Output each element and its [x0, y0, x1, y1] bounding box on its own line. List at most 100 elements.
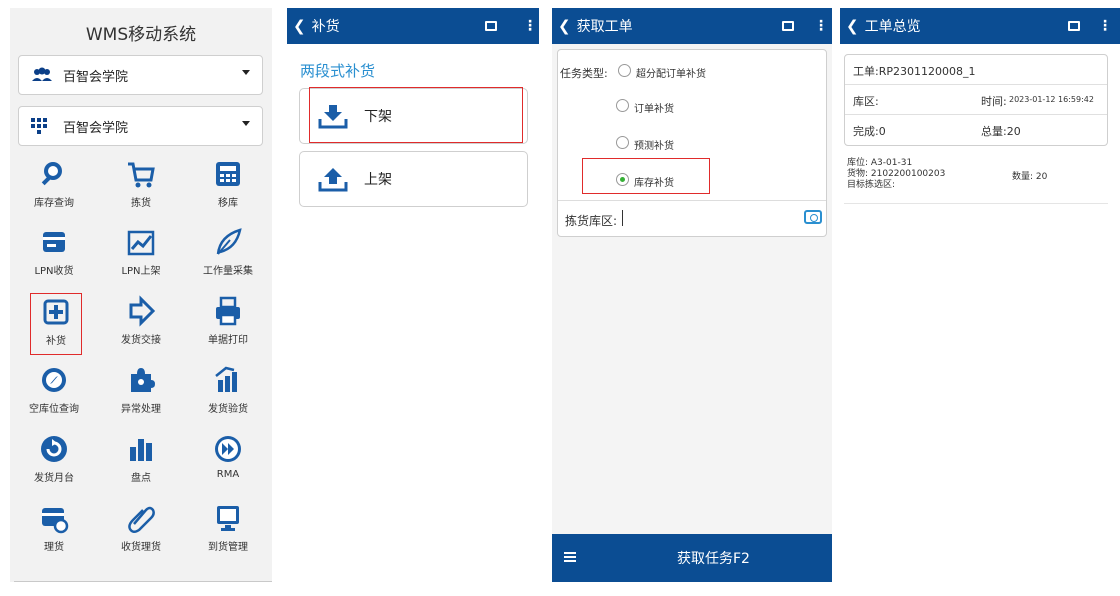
more-menu-icon[interactable]: ⋮ [814, 18, 828, 34]
menu-label: 发货月台 [34, 473, 74, 484]
message-icon[interactable] [485, 21, 497, 31]
cart-icon [125, 158, 157, 190]
menu-label: 单据打印 [208, 335, 248, 346]
menu-item-lpn-putaway[interactable]: LPN上架 [111, 224, 171, 284]
arrow-right-icon [125, 295, 157, 327]
growth-bars-icon [212, 364, 244, 396]
divider [844, 203, 1108, 204]
menu-label: RMA [216, 469, 240, 480]
menu-label: 盘点 [131, 473, 151, 484]
menu-label: 到货管理 [208, 542, 248, 553]
order-overview-screen: ❮ 工单总览 ⋮ 工单:RP2301120008_1 库区: 时间: 2023-… [840, 8, 1120, 582]
get-task-header: ❮ 获取工单 ⋮ [552, 8, 832, 44]
menu-item-print[interactable]: 单据打印 [198, 293, 258, 353]
more-menu-icon[interactable]: ⋮ [1098, 18, 1112, 34]
menu-label: 发货交接 [121, 335, 161, 346]
menu-item-rma[interactable]: RMA [198, 431, 258, 491]
menu-item-lpn-receive[interactable]: LPN收货 [24, 224, 84, 284]
page-title: 获取工单 [576, 19, 633, 35]
divider [14, 581, 272, 582]
overview-header: ❮ 工单总览 ⋮ [840, 8, 1120, 44]
radio-forecast-replenish[interactable] [616, 136, 629, 149]
time-label: 时间: [981, 95, 1007, 108]
radio-order-replenish[interactable] [616, 99, 629, 112]
highlight-box [309, 87, 523, 143]
order-summary-box: 工单:RP2301120008_1 库区: 时间: 2023-01-12 16:… [844, 54, 1108, 146]
org-dropdown-2-label: 百智会学院 [63, 120, 129, 136]
pick-area-label: 拣货库区: [565, 214, 618, 228]
menu-item-inventory-query[interactable]: 库存查询 [24, 156, 84, 216]
get-task-button[interactable]: 获取任务F2 [677, 548, 750, 568]
radio-forecast-replenish-label: 预测补货 [634, 141, 674, 152]
menu-item-workload[interactable]: 工作量采集 [198, 224, 258, 284]
menu-item-receive-tally[interactable]: 收货理货 [111, 500, 171, 560]
order-number: 工单:RP2301120008_1 [853, 65, 976, 78]
menu-item-shipping-inspection[interactable]: 发货验货 [198, 362, 258, 422]
menu-item-arrival[interactable]: 到货管理 [198, 500, 258, 560]
calculator-icon [212, 158, 244, 190]
wms-home-screen: WMS移动系统 百智会学院 百智会学院 库存查询 拣货 移库 LPN收货 LPN… [10, 8, 272, 582]
menu-item-stocktake[interactable]: 盘点 [111, 431, 171, 491]
feather-icon [212, 226, 244, 258]
chevron-down-icon [242, 70, 250, 75]
menu-label: 发货验货 [208, 404, 248, 415]
printer-icon [212, 295, 244, 327]
menu-item-empty-location[interactable]: 空库位查询 [24, 362, 84, 422]
message-icon[interactable] [1068, 21, 1080, 31]
location-text: 库位: A3-01-31 [847, 158, 913, 168]
back-arrow-icon[interactable]: ❮ [558, 17, 571, 35]
chevron-down-icon [242, 121, 250, 126]
app-title: WMS移动系统 [85, 25, 197, 45]
search-icon [38, 158, 70, 190]
back-arrow-icon[interactable]: ❮ [293, 17, 306, 35]
menu-item-shipping-handover[interactable]: 发货交接 [111, 293, 171, 353]
bars-icon [125, 433, 157, 465]
menu-label: 收货理货 [121, 542, 161, 553]
menu-item-exception[interactable]: 异常处理 [111, 362, 171, 422]
fast-forward-icon [212, 433, 244, 465]
time-value: 2023-01-12 16:59:42 [1009, 95, 1094, 104]
area-time-row: 库区: 时间: 2023-01-12 16:59:42 [845, 85, 1107, 115]
compass-icon [38, 364, 70, 396]
menu-item-replenish[interactable]: 补货 [30, 293, 82, 355]
card-icon [38, 226, 70, 258]
bottom-bar: 获取任务F2 [552, 534, 832, 582]
radio-over-allocated-label: 超分配订单补货 [636, 69, 706, 80]
menu-item-tally[interactable]: 理货 [24, 500, 84, 560]
radio-over-allocated[interactable] [618, 64, 631, 77]
radio-order-replenish-label: 订单补货 [634, 104, 674, 115]
pick-area-input[interactable] [622, 210, 623, 226]
org-dropdown-1[interactable]: 百智会学院 [18, 55, 263, 95]
goods-text: 货物: 2102200100203 [847, 169, 946, 179]
plus-box-icon [40, 296, 72, 328]
menu-item-move[interactable]: 移库 [198, 156, 258, 216]
menu-label: 库存查询 [34, 198, 74, 209]
progress-row: 完成:0 总量:20 [845, 115, 1107, 145]
menu-label: 补货 [46, 336, 66, 347]
tally-icon [38, 502, 70, 534]
menu-label: 工作量采集 [203, 266, 253, 277]
camera-icon[interactable] [804, 210, 822, 224]
chart-up-icon [125, 226, 157, 258]
back-arrow-icon[interactable]: ❮ [846, 17, 859, 35]
section-title: 两段式补货 [300, 62, 376, 80]
task-detail[interactable]: 库位: A3-01-31 货物: 2102200100203 目标拣选区: [847, 158, 945, 191]
order-row: 工单:RP2301120008_1 [845, 55, 1107, 85]
area-label: 库区: [853, 95, 879, 108]
total-count: 总量:20 [981, 125, 1021, 138]
org-dropdown-1-label: 百智会学院 [63, 69, 129, 85]
task-form-panel: 任务类型: 超分配订单补货 订单补货 预测补货 库存补货 拣货库区: [557, 49, 827, 237]
more-menu-icon[interactable]: ⋮ [523, 18, 537, 34]
paperclip-icon [125, 502, 157, 534]
puzzle-icon [125, 364, 157, 396]
menu-item-picking[interactable]: 拣货 [111, 156, 171, 216]
menu-item-shipping-dock[interactable]: 发货月台 [24, 431, 84, 491]
menu-label: 拣货 [131, 198, 151, 209]
hamburger-menu-icon[interactable] [564, 552, 576, 562]
menu-label: LPN收货 [34, 266, 74, 277]
replenish-screen: ❮ 补货 ⋮ 两段式补货 下架 上架 [287, 8, 539, 582]
org-dropdown-2[interactable]: 百智会学院 [18, 106, 263, 146]
monitor-icon [212, 502, 244, 534]
putaway-card[interactable]: 上架 [299, 151, 528, 207]
message-icon[interactable] [782, 21, 794, 31]
